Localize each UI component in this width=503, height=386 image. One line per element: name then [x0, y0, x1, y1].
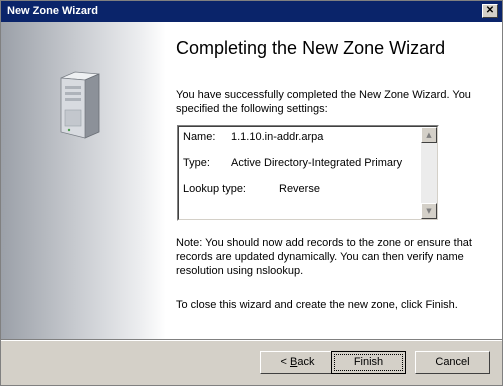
- scroll-down-icon: ▼: [426, 207, 432, 215]
- cancel-button[interactable]: Cancel: [415, 351, 490, 374]
- finish-label: Finish: [353, 356, 384, 368]
- page-title: Completing the New Zone Wizard: [176, 38, 446, 58]
- back-prefix: <: [280, 356, 290, 368]
- setting-row-name: Name: 1.1.10.in-addr.arpa: [183, 131, 323, 143]
- button-separator: [1, 339, 502, 341]
- finish-button[interactable]: Finish: [331, 351, 406, 374]
- server-tower-icon: [60, 71, 100, 139]
- setting-label: Type:: [183, 157, 210, 169]
- setting-row-type: Type: Active Directory-Integrated Primar…: [183, 157, 402, 169]
- title-bar[interactable]: New Zone Wizard ✕: [1, 1, 502, 22]
- back-button[interactable]: < Back: [260, 351, 335, 374]
- note-text: Note: You should now add records to the …: [176, 237, 472, 277]
- closing-text: To close this wizard and create the new …: [176, 299, 458, 311]
- close-button[interactable]: ✕: [482, 4, 498, 18]
- close-icon: ✕: [485, 5, 495, 16]
- setting-value: Reverse: [279, 183, 320, 195]
- setting-row-lookup-type: Lookup type: Reverse: [183, 183, 320, 195]
- wizard-content: Completing the New Zone Wizard You have …: [1, 22, 502, 339]
- back-rest: ack: [297, 356, 315, 368]
- scroll-down-button[interactable]: ▼: [421, 203, 437, 219]
- wizard-side-panel: [1, 22, 166, 339]
- cancel-label: Cancel: [435, 356, 470, 368]
- settings-summary-box[interactable]: Name: 1.1.10.in-addr.arpa Type: Active D…: [177, 125, 439, 221]
- scroll-up-icon: ▲: [426, 131, 432, 139]
- wizard-window: New Zone Wizard ✕ Completing the New Zon…: [0, 0, 503, 386]
- window-title: New Zone Wizard: [7, 5, 98, 17]
- setting-label: Lookup type:: [183, 183, 246, 195]
- settings-summary-inner: Name: 1.1.10.in-addr.arpa Type: Active D…: [178, 126, 438, 220]
- finish-focus-rect: Finish: [334, 354, 403, 371]
- vertical-scrollbar[interactable]: ▲ ▼: [421, 127, 437, 219]
- setting-value: Active Directory-Integrated Primary: [231, 157, 403, 169]
- scroll-up-button[interactable]: ▲: [421, 127, 437, 143]
- setting-label: Name:: [183, 131, 216, 143]
- intro-text: You have successfully completed the New …: [176, 89, 471, 115]
- setting-value: 1.1.10.in-addr.arpa: [231, 131, 324, 143]
